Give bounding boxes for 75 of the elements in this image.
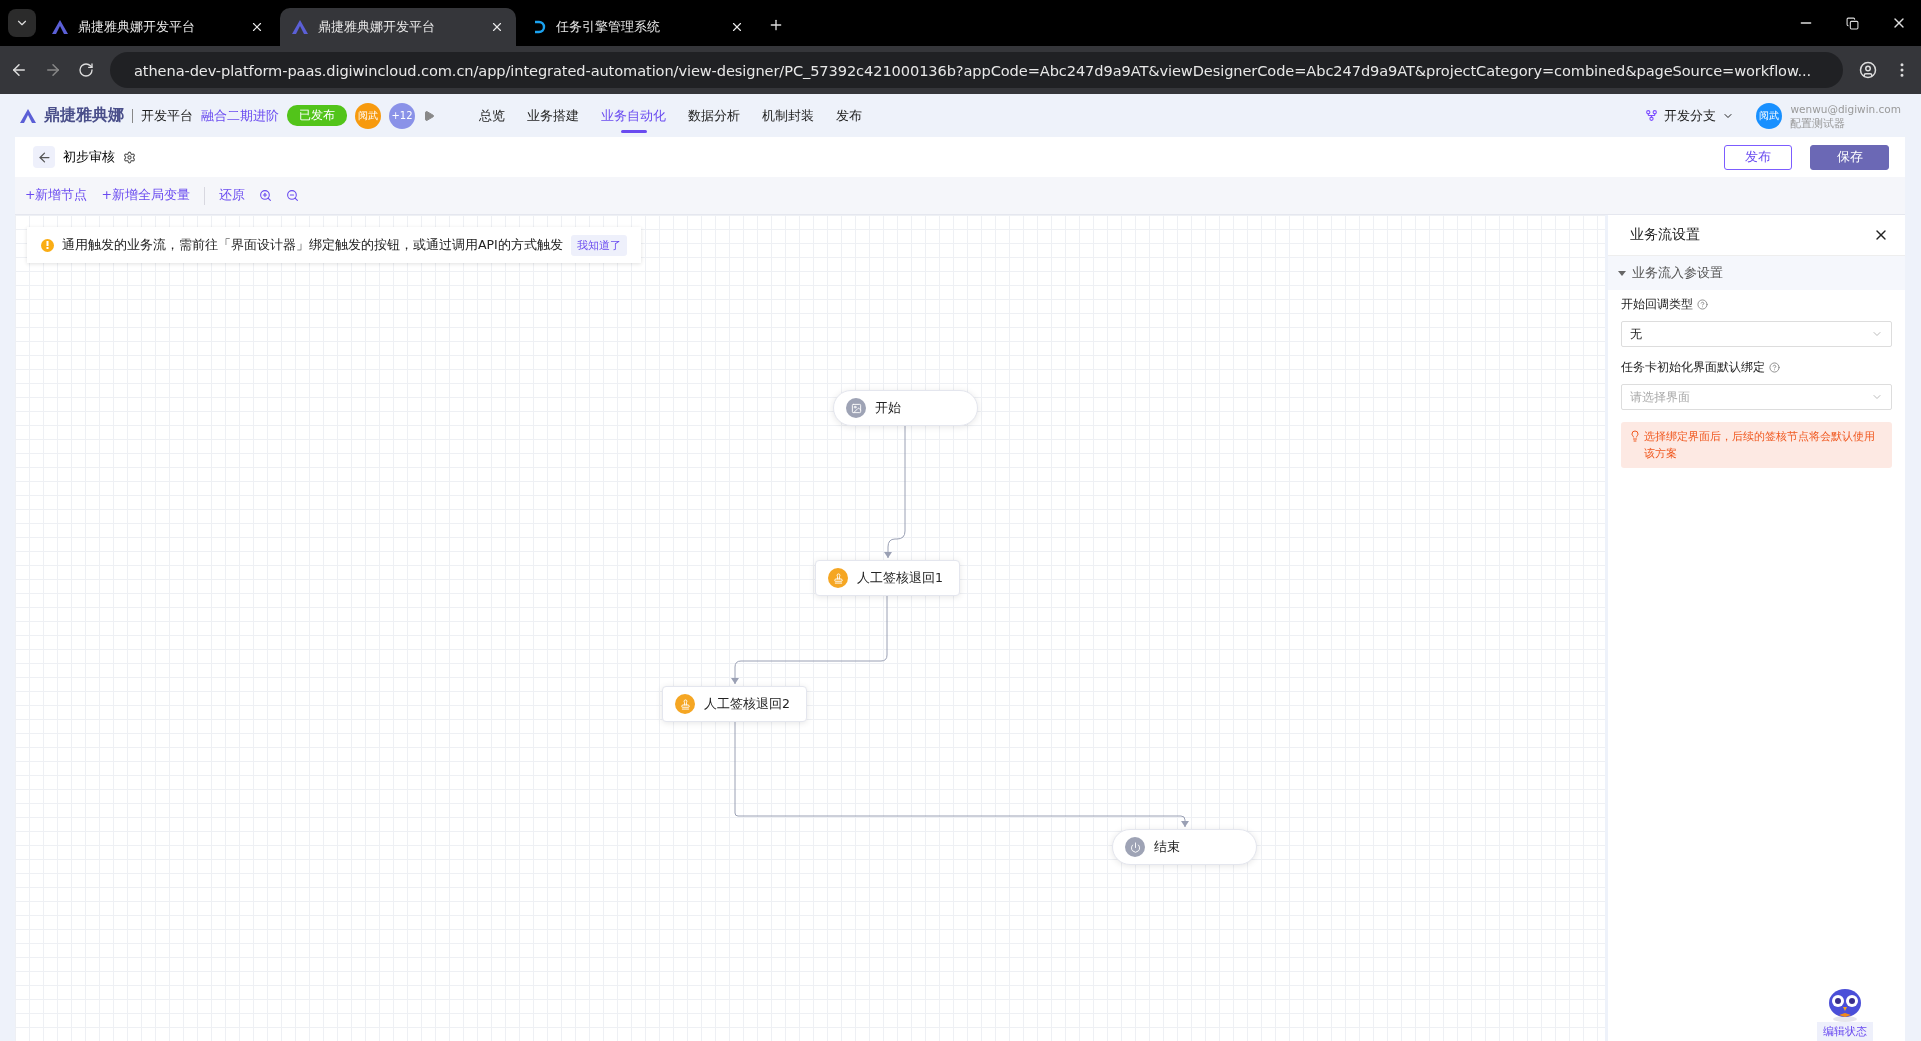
logo-icon — [292, 20, 308, 34]
tab-title: 任务引擎管理系统 — [556, 18, 661, 36]
nav-tab[interactable]: 发布 — [836, 100, 862, 131]
section-header[interactable]: 业务流入参设置 — [1608, 256, 1905, 290]
status-badge: 已发布 — [287, 105, 347, 126]
zoom-in-icon[interactable] — [258, 189, 272, 202]
browser-tab[interactable]: 任务引擎管理系统 — [520, 8, 756, 46]
nav-tab[interactable]: 业务自动化 — [601, 100, 666, 131]
url-text: athena-dev-platform-paas.digiwincloud.com.cn/app/integrated-automation/view-designer/PC_57392c421000136b?appCode=Abc247d9a9AT&viewDesignerCode=Abc247d9a9AT&projectCategory=combined&pageSource=workflow... — [134, 61, 1812, 79]
dismiss-button[interactable]: 我知道了 — [570, 234, 627, 256]
new-tab-icon[interactable] — [768, 17, 784, 33]
branch-icon — [1645, 109, 1659, 122]
back-button[interactable] — [33, 146, 55, 168]
nav-tab[interactable]: 总览 — [479, 100, 505, 131]
tip-box: 选择绑定界面后，后续的签核节点将会默认使用该方案 — [1621, 422, 1892, 468]
d-logo-icon — [532, 20, 546, 34]
close-icon[interactable] — [730, 20, 744, 34]
zoom-out-icon[interactable] — [285, 189, 299, 202]
tab-list-button[interactable] — [8, 9, 36, 37]
warning-icon — [41, 238, 54, 252]
tab-title: 鼎捷雅典娜开发平台 — [318, 18, 436, 36]
node-label: 人工签核退回2 — [704, 695, 790, 713]
settings-icon[interactable] — [123, 150, 136, 164]
stamp-icon — [832, 572, 844, 584]
member-avatar: +12 — [389, 102, 415, 129]
power-icon — [1129, 841, 1141, 853]
arrow-head-icon — [884, 552, 892, 558]
toolbar-button[interactable]: +新增节点 — [25, 187, 88, 204]
banner-text: 通用触发的业务流，需前往「界面设计器」绑定触发的按钮，或通过调用API的方式触发 — [62, 236, 563, 254]
member-avatar: 阅武 — [355, 102, 381, 129]
flow-node[interactable]: 人工签核退回1 — [815, 560, 960, 596]
field-label: 任务卡初始化界面默认绑定 — [1621, 359, 1765, 376]
tab-title: 鼎捷雅典娜开发平台 — [78, 18, 196, 36]
back-icon[interactable] — [10, 61, 28, 79]
node-label: 结束 — [1154, 838, 1180, 856]
browser-tab[interactable]: 鼎捷雅典娜开发平台 — [280, 8, 516, 46]
brand-name: 鼎捷雅典娜 — [44, 105, 124, 126]
node-label: 开始 — [875, 399, 901, 417]
forward-icon[interactable] — [44, 61, 62, 79]
play-icon[interactable] — [423, 109, 435, 122]
flow-node[interactable]: 结束 — [1112, 829, 1257, 865]
logo-icon — [52, 20, 68, 34]
picture-icon — [850, 402, 862, 414]
reload-icon[interactable] — [78, 62, 94, 78]
save-button[interactable]: 保存 — [1810, 144, 1889, 170]
toolbar-button[interactable]: 还原 — [218, 187, 245, 204]
help-icon[interactable] — [1697, 299, 1708, 310]
stamp-icon — [679, 698, 691, 710]
publish-button[interactable]: 发布 — [1724, 144, 1792, 170]
status-label[interactable]: 编辑状态 — [1817, 1022, 1873, 1041]
panel-title: 业务流设置 — [1630, 226, 1700, 244]
platform-name: 开发平台 — [141, 106, 193, 125]
browser-tab[interactable]: 鼎捷雅典娜开发平台 — [40, 8, 276, 46]
user-role: 配置测试器 — [1790, 115, 1847, 130]
close-icon[interactable] — [490, 20, 504, 34]
nav-tab[interactable]: 数据分析 — [688, 100, 740, 131]
logo-icon — [20, 108, 36, 123]
flow-node[interactable]: 开始 — [833, 390, 978, 426]
user-email: wenwu@digiwin.com — [1790, 101, 1901, 116]
branch-selector[interactable]: 开发分支 — [1645, 106, 1735, 125]
nav-tab[interactable]: 业务搭建 — [527, 100, 579, 131]
arrow-head-icon — [731, 678, 739, 684]
nav-tab[interactable]: 机制封装 — [762, 100, 814, 131]
node-label: 人工签核退回1 — [857, 569, 943, 587]
restore-icon[interactable] — [1846, 17, 1859, 30]
flow-node[interactable]: 人工签核退回2 — [662, 686, 807, 722]
field-label: 开始回调类型 — [1621, 296, 1693, 313]
arrow-head-icon — [1181, 821, 1189, 827]
toolbar-button[interactable]: +新增全局变量 — [101, 187, 190, 204]
profile-icon[interactable] — [1859, 61, 1877, 79]
page-title: 初步审核 — [63, 148, 115, 166]
project-name[interactable]: 融合二期进阶 — [201, 106, 279, 125]
help-icon[interactable] — [1769, 362, 1780, 373]
select-field[interactable]: 无 — [1621, 321, 1892, 347]
close-icon[interactable] — [250, 20, 264, 34]
